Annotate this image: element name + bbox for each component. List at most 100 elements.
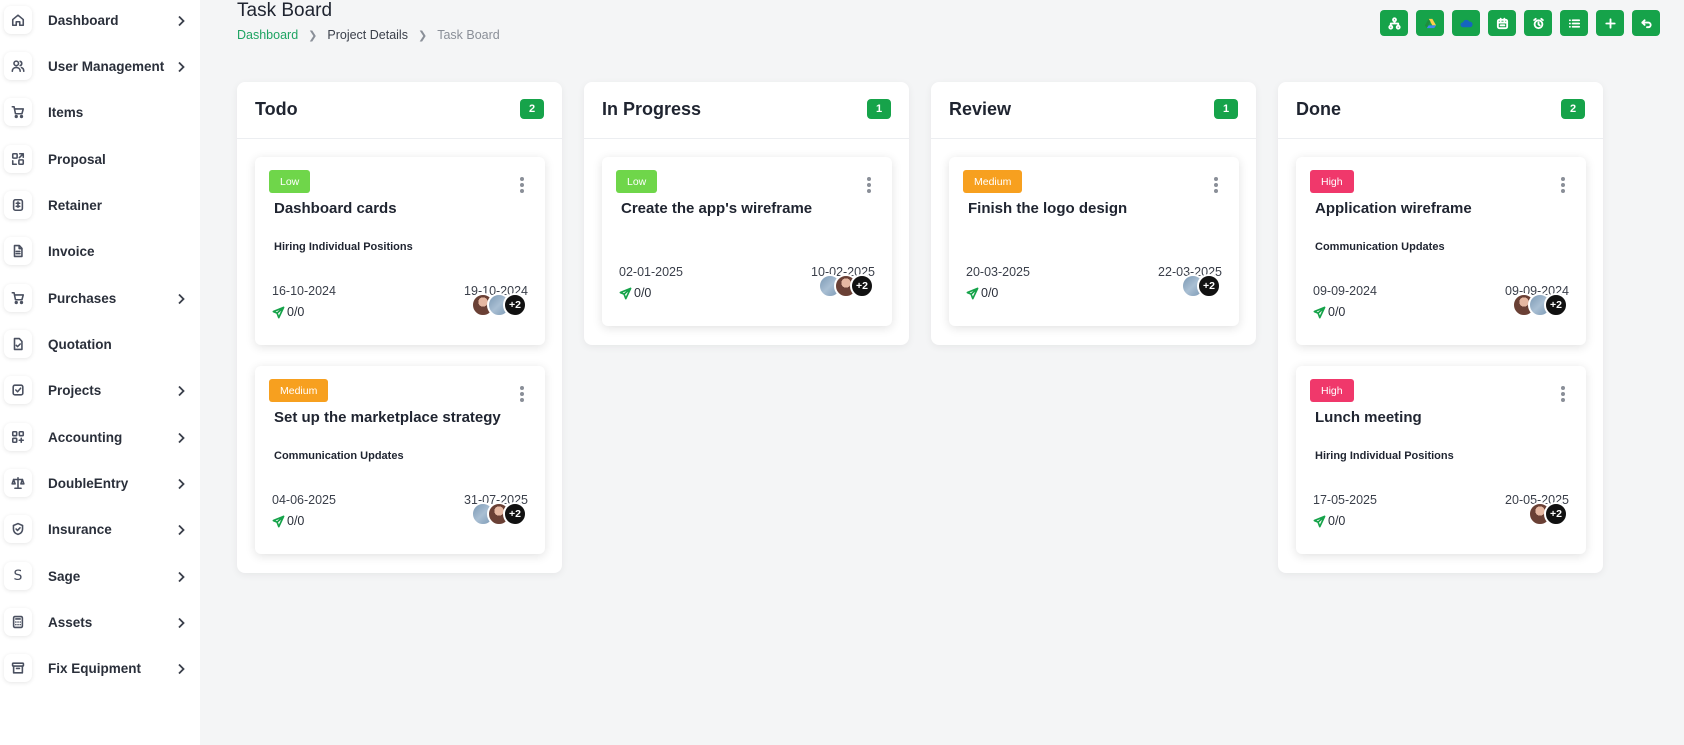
sidebar-item-fix-equipment[interactable]: Fix Equipment: [0, 648, 200, 688]
avatar-more-count: +2: [850, 274, 874, 298]
sidebar-item-proposal[interactable]: Proposal: [0, 139, 200, 179]
chevron-right-icon: [176, 384, 186, 397]
priority-badge: High: [1310, 170, 1354, 193]
column-title: Review: [949, 99, 1012, 119]
sidebar-item-assets[interactable]: Assets: [0, 602, 200, 642]
sidebar-item-label: Accounting: [48, 429, 123, 445]
task-card[interactable]: Low Dashboard cards Hiring Individual Po…: [255, 157, 545, 345]
chevron-right-icon: [176, 60, 186, 73]
google-drive-button[interactable]: [1416, 10, 1444, 36]
breadcrumb: Dashboard ❯ Project Details ❯ Task Board: [237, 28, 500, 42]
more-options-icon[interactable]: [866, 177, 872, 193]
drive-icon: [1424, 18, 1436, 28]
chevron-right-icon: [176, 477, 186, 490]
task-milestone: Communication Updates: [1315, 241, 1445, 253]
task-title[interactable]: Set up the marketplace strategy: [274, 409, 501, 426]
add-button[interactable]: [1596, 10, 1624, 36]
assignee-avatars[interactable]: +2: [818, 274, 874, 298]
quotation-icon: [4, 330, 32, 358]
task-card[interactable]: High Application wireframe Communication…: [1296, 157, 1586, 345]
task-title[interactable]: Lunch meeting: [1315, 409, 1422, 426]
start-date: 09-09-2024: [1313, 284, 1377, 298]
calendar-button[interactable]: [1488, 10, 1516, 36]
assignee-avatars[interactable]: +2: [1181, 274, 1221, 298]
priority-badge: Medium: [963, 170, 1023, 193]
task-card[interactable]: Low Create the app's wireframe 02-01-202…: [602, 157, 892, 326]
onedrive-icon: [1460, 19, 1473, 27]
org-chart-button[interactable]: [1380, 10, 1408, 36]
task-progress-value: 0/0: [981, 286, 999, 300]
task-progress-value: 0/0: [634, 286, 652, 300]
sidebar-item-label: Projects: [48, 382, 102, 398]
avatar-more-count: +2: [1544, 502, 1568, 526]
task-progress: 0/0: [619, 286, 651, 300]
assignee-avatars[interactable]: +2: [1528, 502, 1568, 526]
timer-button[interactable]: [1524, 10, 1552, 36]
toolbar: [1380, 10, 1660, 36]
more-options-icon[interactable]: [1213, 177, 1219, 193]
sidebar-item-purchases[interactable]: Purchases: [0, 278, 200, 318]
task-title[interactable]: Application wireframe: [1315, 200, 1472, 217]
more-options-icon[interactable]: [519, 386, 525, 402]
chevron-right-icon: [176, 292, 186, 305]
task-title[interactable]: Create the app's wireframe: [621, 200, 812, 217]
onedrive-button[interactable]: [1452, 10, 1480, 36]
sidebar-item-doubleentry[interactable]: DoubleEntry: [0, 463, 200, 503]
task-progress: 0/0: [1313, 305, 1345, 319]
calendar-icon: [1496, 17, 1508, 29]
calculator-icon: [4, 608, 32, 636]
column-header: In Progress 1: [584, 82, 909, 139]
assignee-avatars[interactable]: +2: [471, 502, 527, 526]
task-card[interactable]: High Lunch meeting Hiring Individual Pos…: [1296, 366, 1586, 554]
priority-badge: High: [1310, 379, 1354, 402]
task-title[interactable]: Finish the logo design: [968, 200, 1127, 217]
sidebar-item-label: Proposal: [48, 151, 106, 167]
timer-icon: [1532, 17, 1544, 29]
sidebar-item-projects[interactable]: Projects: [0, 370, 200, 410]
sidebar-item-items[interactable]: Items: [0, 92, 200, 132]
task-card[interactable]: Medium Set up the marketplace strategy C…: [255, 366, 545, 554]
assignee-avatars[interactable]: +2: [1512, 293, 1568, 317]
start-date: 20-03-2025: [966, 265, 1030, 279]
avatar-more-count: +2: [503, 293, 527, 317]
sidebar-item-label: Dashboard: [48, 12, 119, 28]
sidebar-item-quotation[interactable]: Quotation: [0, 324, 200, 364]
sidebar-item-retainer[interactable]: Retainer: [0, 185, 200, 225]
breadcrumb-project-details[interactable]: Project Details: [327, 28, 408, 42]
sidebar-item-label: Items: [48, 104, 84, 120]
start-date: 04-06-2025: [272, 493, 336, 507]
sidebar: Dashboard User Management Items Proposal…: [0, 0, 200, 745]
send-icon: [619, 287, 632, 299]
column-count-badge: 1: [1214, 99, 1238, 119]
more-options-icon[interactable]: [519, 177, 525, 193]
more-options-icon[interactable]: [1560, 177, 1566, 193]
sidebar-item-sage[interactable]: S Sage: [0, 556, 200, 596]
sidebar-item-dashboard[interactable]: Dashboard: [0, 0, 200, 40]
breadcrumb-current: Task Board: [437, 28, 500, 42]
task-milestone: Communication Updates: [274, 450, 404, 462]
back-button[interactable]: [1632, 10, 1660, 36]
breadcrumb-dashboard[interactable]: Dashboard: [237, 28, 298, 42]
sidebar-item-insurance[interactable]: Insurance: [0, 509, 200, 549]
more-options-icon[interactable]: [1560, 386, 1566, 402]
column-header: Todo 2: [237, 82, 562, 139]
column-count-badge: 2: [1561, 99, 1585, 119]
retainer-icon: [4, 191, 32, 219]
chevron-right-icon: [176, 570, 186, 583]
sidebar-item-label: Assets: [48, 614, 93, 630]
column-header: Done 2: [1278, 82, 1603, 139]
column-title: Done: [1296, 99, 1341, 119]
purchase-cart-icon: [4, 284, 32, 312]
assignee-avatars[interactable]: +2: [471, 293, 527, 317]
projects-icon: [4, 376, 32, 404]
task-title[interactable]: Dashboard cards: [274, 200, 397, 217]
list-button[interactable]: [1560, 10, 1588, 36]
cart-icon: [4, 98, 32, 126]
sidebar-item-user-management[interactable]: User Management: [0, 46, 200, 86]
list-icon: [1568, 18, 1580, 28]
sidebar-item-accounting[interactable]: Accounting: [0, 417, 200, 457]
scale-icon: [4, 469, 32, 497]
task-card[interactable]: Medium Finish the logo design 20-03-2025…: [949, 157, 1239, 326]
sidebar-item-label: Quotation: [48, 336, 112, 352]
sidebar-item-invoice[interactable]: Invoice: [0, 231, 200, 271]
